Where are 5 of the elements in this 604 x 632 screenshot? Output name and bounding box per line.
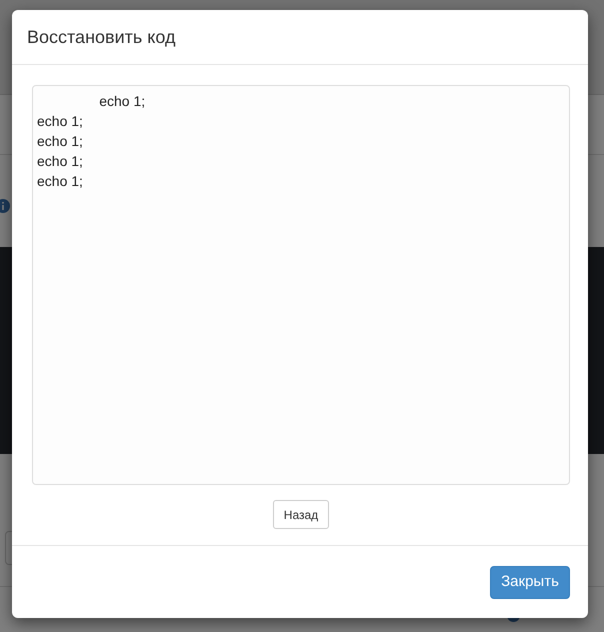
dialog-title: Восстановить код — [27, 27, 176, 47]
info-icon — [0, 199, 10, 213]
code-field[interactable]: echo 1; echo 1; echo 1; echo 1; echo 1; — [32, 85, 570, 485]
close-button[interactable]: Закрыть — [490, 566, 570, 598]
back-button[interactable]: Назад — [272, 500, 330, 529]
